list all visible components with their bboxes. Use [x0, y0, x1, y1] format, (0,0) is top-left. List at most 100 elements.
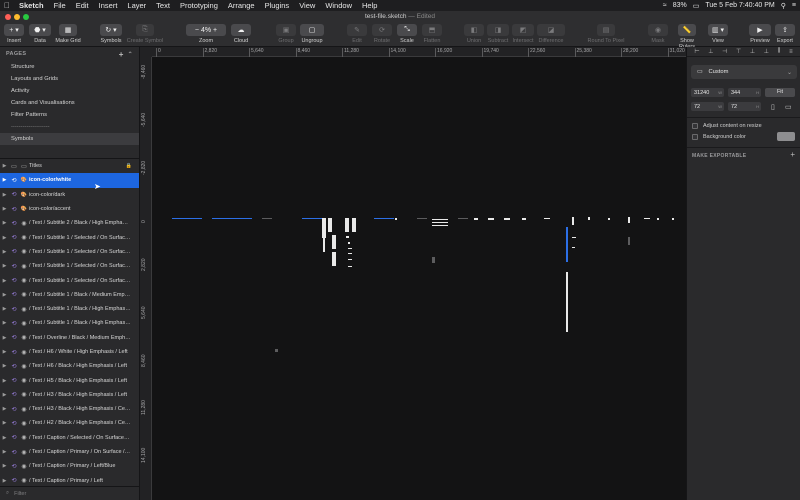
- background-color-swatch[interactable]: [777, 132, 795, 141]
- artboard-layer[interactable]: [588, 217, 590, 220]
- artboard-layer[interactable]: [488, 218, 494, 220]
- artboard-layer[interactable]: [566, 272, 568, 332]
- layer-row[interactable]: ▶ ⟲ ◉ / Text / Caption / Primary / Left/Blu…: [0, 459, 139, 473]
- distribute-h-icon[interactable]: ⫼: [778, 48, 781, 55]
- artboard-layer[interactable]: [348, 253, 352, 254]
- disclosure-triangle-icon[interactable]: ▶: [0, 220, 9, 226]
- artboard-layer[interactable]: [566, 227, 568, 262]
- artboard-layer[interactable]: [395, 218, 397, 220]
- layer-row[interactable]: ▶ ⟲ 🎨 icon-color/accent: [0, 202, 139, 216]
- round-to-pixel-button[interactable]: ▤ Round To Pixel: [587, 24, 625, 44]
- intersect-button[interactable]: ◩ Intersect: [512, 24, 534, 44]
- disclosure-triangle-icon[interactable]: ▶: [0, 435, 9, 441]
- edit-button[interactable]: ✎ Edit: [347, 24, 367, 44]
- artboard-preset-select[interactable]: ▭ Custom ⌄: [691, 65, 797, 79]
- disclosure-triangle-icon[interactable]: ▶: [0, 263, 9, 269]
- disclosure-triangle-icon[interactable]: ▶: [0, 249, 9, 255]
- disclosure-triangle-icon[interactable]: ▶: [0, 177, 9, 183]
- layer-row[interactable]: ▶ ⟲ ◉ / Text / H6 / White / High Emphasis /…: [0, 345, 139, 359]
- disclosure-triangle-icon[interactable]: ▶: [0, 378, 9, 384]
- disclosure-triangle-icon[interactable]: ▶: [0, 278, 9, 284]
- battery-icon[interactable]: ▭: [693, 2, 700, 10]
- zoom-control[interactable]: − 4% + Zoom: [186, 24, 226, 44]
- artboard-layer[interactable]: [522, 218, 526, 220]
- portrait-icon[interactable]: ▯: [771, 103, 775, 111]
- search-icon[interactable]: ⚲: [781, 2, 786, 10]
- artboard-layer[interactable]: [332, 235, 336, 249]
- x-field[interactable]: 72 W: [691, 102, 724, 111]
- align-center-h-icon[interactable]: ⊥: [708, 48, 713, 55]
- layer-row[interactable]: ▶ ⟲ ◉ / Text / Subtitle 1 / Selected / On S…: [0, 273, 139, 287]
- apple-icon[interactable]: : [0, 1, 14, 10]
- artboard-layer[interactable]: [348, 242, 350, 244]
- difference-button[interactable]: ◪ Difference: [537, 24, 565, 44]
- page-item-activity[interactable]: Activity: [0, 85, 139, 97]
- layer-row[interactable]: ▶ ⟲ ◉ / Text / Overline / Black / Medium Em…: [0, 331, 139, 345]
- landscape-icon[interactable]: ▭: [785, 103, 792, 111]
- artboard-layer[interactable]: [346, 236, 349, 238]
- menu-view[interactable]: View: [294, 1, 320, 10]
- align-bottom-icon[interactable]: ⊥: [764, 48, 769, 55]
- layer-row[interactable]: ▶ ⟲ ◉ / Text / Subtitle 1 / Black / High Em…: [0, 316, 139, 330]
- layer-row[interactable]: ▶ ⟲ ◉ / Text / Subtitle 1 / Selected / On S…: [0, 259, 139, 273]
- wifi-icon[interactable]: ≈: [663, 2, 667, 9]
- export-button[interactable]: ⇪ Export: [775, 24, 795, 44]
- layer-row[interactable]: ▶ ⟲ ◉ / Text / H3 / Black / High Emphasis /…: [0, 402, 139, 416]
- artboard-layer[interactable]: [348, 259, 352, 260]
- add-export-icon[interactable]: +: [790, 150, 795, 159]
- height-field[interactable]: 344 H: [728, 88, 761, 97]
- disclosure-triangle-icon[interactable]: ▶: [0, 235, 9, 241]
- artboard-layer[interactable]: [432, 222, 448, 223]
- artboard-layer[interactable]: [608, 218, 610, 220]
- artboard-layer[interactable]: [212, 218, 252, 219]
- layer-row[interactable]: ▶ ⟲ ◉ / Text / H6 / Black / High Emphasis /…: [0, 359, 139, 373]
- disclosure-triangle-icon[interactable]: ▶: [0, 449, 9, 455]
- page-item-cards-and-visualisations[interactable]: Cards and Visualisations: [0, 97, 139, 109]
- artboard-layer[interactable]: [628, 217, 630, 223]
- layer-row[interactable]: ▶ ⟲ ◉ / Text / Caption / Primary / On Surfa…: [0, 445, 139, 459]
- layer-row[interactable]: ▶ ⟲ ◉ / Text / Caption / Selected / On Surf…: [0, 431, 139, 445]
- disclosure-triangle-icon[interactable]: ▶: [0, 420, 9, 426]
- disclosure-triangle-icon[interactable]: ▶: [0, 163, 9, 169]
- disclosure-triangle-icon[interactable]: ▶: [0, 206, 9, 212]
- scale-button[interactable]: ⤡ Scale: [397, 24, 417, 44]
- menu-text[interactable]: Text: [151, 1, 175, 10]
- group-button[interactable]: ▣ Group: [276, 24, 296, 44]
- align-middle-icon[interactable]: ⊥: [750, 48, 755, 55]
- artboard-layer[interactable]: [417, 218, 427, 219]
- zoom-in-icon[interactable]: +: [211, 27, 217, 34]
- width-field[interactable]: 31240 W: [691, 88, 724, 97]
- artboard-layer[interactable]: [172, 218, 202, 219]
- view-button[interactable]: ▥ ▾ View: [708, 24, 728, 44]
- lock-icon[interactable]: 🔒: [126, 163, 132, 169]
- disclosure-triangle-icon[interactable]: ▶: [0, 349, 9, 355]
- artboard-layer[interactable]: [504, 218, 510, 220]
- layer-row[interactable]: ▶ ⟲ 🎨 icon-color/dark: [0, 188, 139, 202]
- artboard-layer[interactable]: [348, 248, 352, 249]
- page-item-structure[interactable]: Structure: [0, 61, 139, 73]
- ungroup-button[interactable]: ▢ Ungroup: [300, 24, 324, 44]
- artboard-layer[interactable]: [262, 218, 272, 219]
- artboard-layer[interactable]: [323, 237, 325, 252]
- canvas[interactable]: 0 2,820 5,640 8,460 11,280 14,100 16,920 19,740…: [140, 47, 696, 500]
- preview-button[interactable]: ▶ Preview: [749, 24, 771, 44]
- disclosure-triangle-icon[interactable]: ▶: [0, 306, 9, 312]
- data-button[interactable]: ⬣ ▾ Data: [29, 24, 51, 44]
- artboard-layer[interactable]: [544, 218, 550, 219]
- layer-row[interactable]: ▶ ⟲ ◉ / Text / Subtitle 2 / Black / High Em…: [0, 216, 139, 230]
- disclosure-triangle-icon[interactable]: ▶: [0, 406, 9, 412]
- layer-row[interactable]: ▶ ⟲ ◉ / Text / H5 / Black / High Emphasis /…: [0, 373, 139, 387]
- layer-row[interactable]: ▶ ⟲ ◉ / Text / Subtitle 1 / Selected / On S…: [0, 230, 139, 244]
- artboard-layer[interactable]: [657, 218, 659, 220]
- subtract-button[interactable]: ◨ Subtract: [487, 24, 509, 44]
- artboard-layer[interactable]: [348, 266, 352, 267]
- layer-row[interactable]: ▶ ⟲ ◉ / Text / Subtitle 1 / Black / Medium …: [0, 288, 139, 302]
- artboard-layer[interactable]: [458, 218, 468, 219]
- disclosure-triangle-icon[interactable]: ▶: [0, 192, 9, 198]
- symbols-button[interactable]: ↻ ▾ Symbols: [100, 24, 122, 44]
- layer-row[interactable]: ▶ ⟲ ◉ / Text / Subtitle 1 / Selected / On S…: [0, 245, 139, 259]
- menu-layer[interactable]: Layer: [122, 1, 151, 10]
- artboard-layer[interactable]: [322, 218, 326, 238]
- artboard-layer[interactable]: [302, 218, 322, 219]
- filter-input[interactable]: Filter: [14, 491, 26, 497]
